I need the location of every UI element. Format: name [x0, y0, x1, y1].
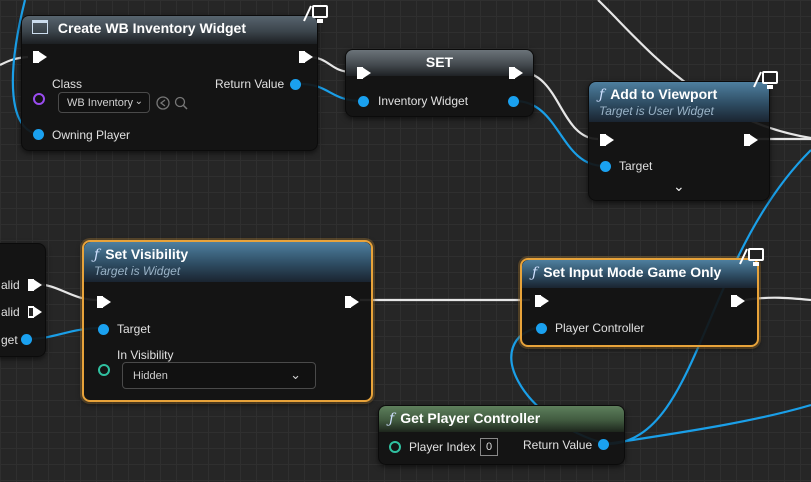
owning-player-label: Owning Player [52, 128, 131, 142]
search-icon[interactable] [174, 96, 188, 110]
function-icon: ƒ [389, 411, 395, 427]
owning-player-pin[interactable] [33, 129, 44, 140]
function-icon: ƒ [532, 265, 538, 281]
player-index-pin[interactable] [389, 441, 401, 453]
exec-out-pin[interactable] [509, 67, 523, 79]
exec-in-pin[interactable] [535, 295, 549, 307]
node-title: Add to Viewport [610, 86, 718, 102]
node-header: ƒ Set Visibility Target is Widget [84, 242, 371, 282]
class-dropdown[interactable]: WB Inventory ⌄ [58, 92, 150, 113]
exec-out-pin[interactable] [731, 295, 745, 307]
node-is-valid[interactable]: alid alid get [0, 243, 46, 357]
visibility-dropdown-value: Hidden [133, 370, 168, 382]
return-value-label: Return Value [215, 77, 285, 91]
return-value-pin[interactable] [290, 79, 301, 90]
browse-back-icon[interactable] [156, 96, 170, 110]
node-title: Set Visibility [105, 246, 189, 262]
node-title: SET [425, 54, 454, 70]
target-label: Target [117, 322, 151, 336]
function-icon: ƒ [94, 247, 100, 263]
exec-out-pin[interactable] [345, 296, 359, 308]
inventory-widget-label: Inventory Widget [378, 94, 469, 108]
node-header: ƒ Get Player Controller [379, 406, 624, 432]
is-valid-pin-label: alid [1, 278, 20, 292]
target-pin[interactable] [98, 324, 109, 335]
node-title: Get Player Controller [400, 410, 541, 426]
player-index-label: Player Index [409, 440, 476, 454]
is-not-valid-exec-pin[interactable] [28, 306, 42, 318]
server-only-icon [739, 248, 764, 266]
inventory-widget-in-pin[interactable] [358, 96, 369, 107]
target-out-pin[interactable] [21, 334, 32, 345]
server-only-icon [303, 5, 328, 23]
is-not-valid-pin-label: alid [1, 305, 20, 319]
in-visibility-label: In Visibility [117, 348, 174, 362]
node-subtitle: Target is Widget [94, 264, 181, 278]
node-title: Set Input Mode Game Only [543, 264, 722, 280]
player-index-field[interactable]: 0 [480, 438, 498, 456]
node-subtitle: Target is User Widget [599, 104, 714, 118]
exec-out-pin[interactable] [744, 134, 758, 146]
class-pin[interactable] [33, 93, 45, 105]
in-visibility-pin[interactable] [98, 364, 110, 376]
node-header: ƒ Add to Viewport Target is User Widget [589, 82, 769, 122]
class-dropdown-value: WB Inventory [67, 97, 134, 109]
target-pin[interactable] [600, 161, 611, 172]
node-create-widget[interactable]: Create WB Inventory Widget Class WB Inve… [21, 15, 318, 151]
node-set-input-mode-game-only[interactable]: ƒ Set Input Mode Game Only Player Control… [520, 258, 759, 347]
player-controller-pin[interactable] [536, 323, 547, 334]
exec-in-pin[interactable] [357, 67, 371, 79]
node-add-to-viewport[interactable]: ƒ Add to Viewport Target is User Widget T… [588, 81, 770, 201]
class-label: Class [52, 77, 83, 91]
is-valid-exec-pin[interactable] [28, 279, 42, 291]
chevron-down-icon[interactable]: ⌄ [673, 178, 685, 195]
server-only-icon [753, 71, 778, 89]
visibility-dropdown[interactable]: Hidden ⌄ [122, 362, 316, 389]
node-set-variable[interactable]: SET Inventory Widget [345, 49, 534, 117]
exec-in-pin[interactable] [600, 134, 614, 146]
exec-in-pin[interactable] [97, 296, 111, 308]
exec-out-pin[interactable] [299, 51, 313, 63]
player-controller-label: Player Controller [555, 321, 645, 335]
node-title: Create WB Inventory Widget [57, 20, 247, 36]
chevron-down-icon: ⌄ [134, 96, 143, 107]
node-header: SET [346, 50, 533, 76]
widget-class-icon [32, 20, 48, 34]
node-set-visibility[interactable]: ƒ Set Visibility Target is Widget Target … [82, 240, 373, 402]
return-value-pin[interactable] [598, 439, 609, 450]
exec-in-pin[interactable] [33, 51, 47, 63]
chevron-down-icon: ⌄ [290, 367, 301, 382]
target-pin-label: get [1, 333, 18, 347]
node-get-player-controller[interactable]: ƒ Get Player Controller Player Index 0 Re… [378, 405, 625, 465]
inventory-widget-out-pin[interactable] [508, 96, 519, 107]
node-header: ƒ Set Input Mode Game Only [522, 260, 757, 288]
node-header: Create WB Inventory Widget [22, 16, 317, 44]
target-label: Target [619, 159, 653, 173]
return-value-label: Return Value [523, 438, 593, 452]
function-icon: ƒ [599, 87, 605, 103]
